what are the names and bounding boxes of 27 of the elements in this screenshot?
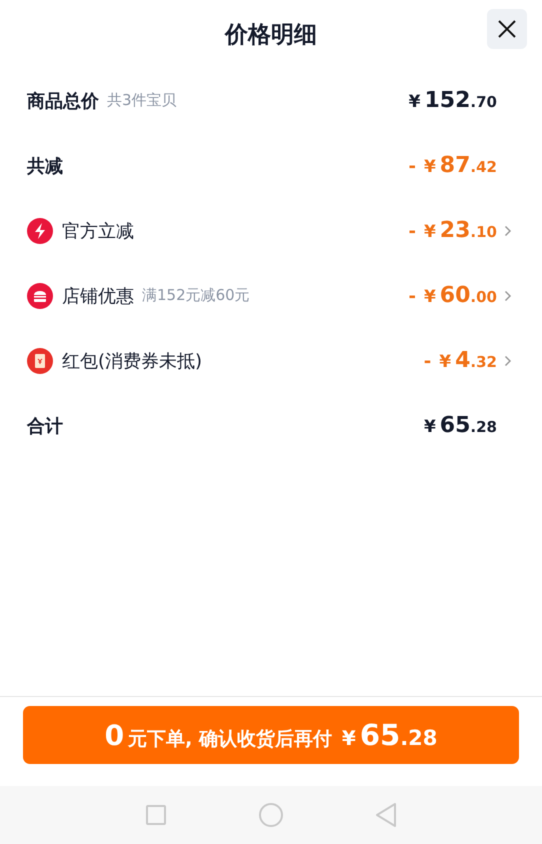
row-label: 合计: [27, 414, 63, 438]
amount: - ¥ 60.00: [408, 283, 497, 308]
amount: ¥ 65.28: [424, 413, 497, 438]
chevron-right-icon[interactable]: [504, 354, 512, 366]
sheet-title: 价格明细: [225, 20, 317, 50]
row-label: 官方立减: [62, 220, 134, 242]
close-icon: [497, 19, 517, 39]
close-button[interactable]: [487, 9, 527, 49]
lightning-icon: [27, 218, 53, 244]
home-icon[interactable]: [258, 802, 284, 828]
amount: ¥ 152.70: [408, 88, 497, 113]
row-note: 满152元减60元: [142, 286, 250, 305]
envelope-icon: [27, 348, 53, 374]
row-label: 商品总价: [27, 90, 99, 112]
row-note: 共3件宝贝: [107, 91, 177, 110]
amount: - ¥ 87.42: [408, 153, 497, 178]
chevron-right-icon[interactable]: [504, 290, 512, 302]
amount: - ¥ 4.32: [424, 348, 497, 373]
row-label: 红包(消费券未抵): [62, 350, 202, 372]
pay-button[interactable]: 0 元下单, 确认收货后再付 ¥65.28: [23, 706, 519, 764]
row-label: 共减: [27, 154, 63, 178]
back-icon[interactable]: [374, 802, 398, 828]
row-label: 店铺优惠: [62, 284, 134, 308]
amount: - ¥ 23.10: [408, 218, 497, 243]
chevron-right-icon[interactable]: [504, 224, 512, 236]
shop-icon: [27, 282, 53, 308]
recent-apps-icon[interactable]: [144, 803, 168, 827]
